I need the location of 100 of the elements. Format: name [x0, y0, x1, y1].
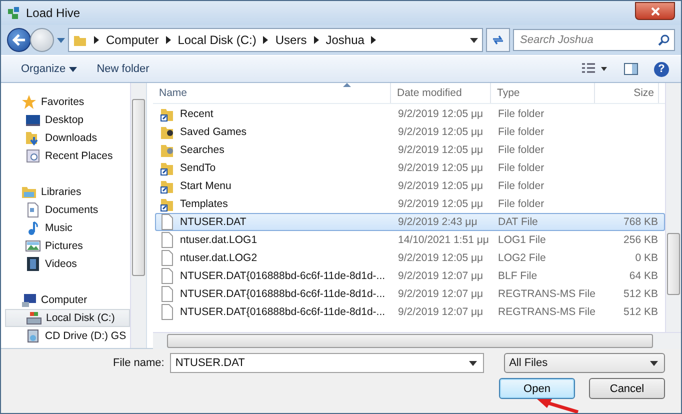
- file-size: 256 KB: [624, 234, 658, 246]
- file-row[interactable]: NTUSER.DAT{016888bd-6c6f-11de-8d1d-... 9/2/2019 12:07 μμ REGTRANS-MS File 512 KB: [155, 285, 665, 303]
- date-modified: 9/2/2019 12:05 μμ: [398, 162, 484, 174]
- file-row[interactable]: SendTo 9/2/2019 12:05 μμ File folder: [155, 159, 665, 177]
- column-header[interactable]: Name: [153, 83, 391, 103]
- breadcrumb-item[interactable]: Users: [275, 33, 307, 47]
- shortcut-folder-icon: [160, 160, 174, 176]
- file-name-label: File name:: [113, 357, 164, 369]
- refresh-button[interactable]: [486, 28, 510, 52]
- file-type-dropdown[interactable]: All Files: [504, 353, 665, 373]
- file-size: 64 KB: [629, 270, 658, 282]
- new-folder-button[interactable]: New folder: [88, 61, 158, 77]
- breadcrumb-item[interactable]: Joshua: [326, 33, 364, 47]
- file-icon: [160, 304, 174, 320]
- file-type: File folder: [498, 126, 544, 138]
- file-size: 512 KB: [624, 288, 658, 300]
- file-size: 0 KB: [635, 252, 658, 264]
- chevron-icon: [263, 36, 268, 44]
- file-type: REGTRANS-MS File: [498, 288, 596, 300]
- date-modified: 9/2/2019 2:43 μμ: [398, 216, 478, 228]
- file-row[interactable]: ntuser.dat.LOG2 9/2/2019 12:05 μμ LOG2 File 0 KB: [155, 249, 665, 267]
- file-name: Templates: [180, 198, 228, 210]
- desktop-icon: [25, 112, 41, 128]
- caret-icon: [57, 38, 65, 42]
- scrollbar[interactable]: [130, 83, 146, 348]
- file-name: Searches: [180, 144, 224, 156]
- file-name: Recent: [180, 108, 214, 120]
- file-name: SendTo: [180, 162, 216, 174]
- open-button[interactable]: Open: [499, 378, 575, 399]
- shortcut-folder-icon: [160, 196, 174, 212]
- cd-icon: [25, 328, 41, 344]
- dropdown-caret-icon: [469, 360, 478, 366]
- breadcrumb-item[interactable]: Local Disk (C:): [178, 33, 256, 47]
- cancel-button[interactable]: Cancel: [589, 378, 665, 399]
- sidebar-item[interactable]: Recent Places: [5, 147, 130, 165]
- dropdown-caret-icon: [650, 360, 658, 366]
- file-type: LOG2 File: [498, 252, 546, 264]
- file-row[interactable]: NTUSER.DAT{016888bd-6c6f-11de-8d1d-... 9/2/2019 12:07 μμ REGTRANS-MS File 512 KB: [155, 303, 665, 321]
- file-name: Start Menu: [180, 180, 232, 192]
- games-folder-icon: [160, 124, 174, 140]
- disk-icon: [26, 310, 42, 326]
- back-button[interactable]: [7, 28, 31, 52]
- file-icon: [160, 232, 174, 248]
- date-modified: 9/2/2019 12:07 μμ: [398, 306, 484, 318]
- sidebar-item[interactable]: CD Drive (D:) GS: [5, 327, 130, 345]
- date-modified: 9/2/2019 12:05 μμ: [398, 198, 484, 210]
- file-row[interactable]: NTUSER.DAT 9/2/2019 2:43 μμ DAT File 768 KB: [155, 213, 665, 231]
- date-modified: 9/2/2019 12:05 μμ: [398, 108, 484, 120]
- scrollbar[interactable]: [665, 83, 681, 332]
- file-icon: [160, 268, 174, 284]
- dropdown-caret-icon: [470, 38, 478, 42]
- date-modified: 9/2/2019 12:05 μμ: [398, 252, 484, 264]
- file-name: NTUSER.DAT{016888bd-6c6f-11de-8d1d-...: [180, 270, 386, 282]
- chevron-icon: [166, 36, 171, 44]
- file-type: File folder: [498, 180, 544, 192]
- sidebar-item[interactable]: Pictures: [5, 237, 130, 255]
- videos-icon: [25, 256, 41, 272]
- file-name: ntuser.dat.LOG1: [180, 234, 258, 246]
- help-button[interactable]: ?: [654, 62, 669, 76]
- file-row[interactable]: Start Menu 9/2/2019 12:05 μμ File folder: [155, 177, 665, 195]
- sidebar-group[interactable]: Favorites: [5, 93, 130, 111]
- window-title: Load Hive: [26, 6, 82, 20]
- date-modified: 14/10/2021 1:51 μμ: [398, 234, 489, 246]
- sidebar-item[interactable]: Documents: [5, 201, 130, 219]
- search-field[interactable]: Search Joshua: [513, 29, 675, 51]
- file-size: 512 KB: [624, 306, 658, 318]
- sidebar-group[interactable]: Computer: [5, 291, 130, 309]
- column-header[interactable]: Date modified: [391, 83, 491, 103]
- horizontal-scrollbar[interactable]: [153, 332, 681, 349]
- file-row[interactable]: Searches 9/2/2019 12:05 μμ File folder: [155, 141, 665, 159]
- file-row[interactable]: ntuser.dat.LOG1 14/10/2021 1:51 μμ LOG1 File 256 KB: [155, 231, 665, 249]
- file-icon: [160, 250, 174, 266]
- close-button[interactable]: [635, 2, 675, 20]
- search-icon: [658, 34, 670, 46]
- shortcut-folder-icon: [160, 106, 174, 122]
- back-arrow-icon: [12, 34, 26, 46]
- breadcrumb-item[interactable]: Computer: [106, 33, 159, 47]
- sidebar-item[interactable]: Local Disk (C:): [5, 309, 130, 327]
- sidebar-item[interactable]: Desktop: [5, 111, 130, 129]
- file-name-field[interactable]: NTUSER.DAT: [170, 353, 484, 373]
- sidebar-item[interactable]: Downloads: [5, 129, 130, 147]
- file-row[interactable]: NTUSER.DAT{016888bd-6c6f-11de-8d1d-... 9/2/2019 12:07 μμ BLF File 64 KB: [155, 267, 665, 285]
- registry-icon: [7, 6, 21, 20]
- column-header[interactable]: Size: [595, 83, 659, 103]
- chevron-icon: [94, 36, 99, 44]
- sidebar-group[interactable]: Libraries: [5, 183, 130, 201]
- address-bar[interactable]: Computer Local Disk (C:) Users Joshua: [68, 28, 483, 52]
- organize-button[interactable]: Organize: [13, 61, 85, 77]
- file-name: ntuser.dat.LOG2: [180, 252, 258, 264]
- search-folder-icon: [160, 142, 174, 158]
- file-type: DAT File: [498, 216, 538, 228]
- file-row[interactable]: Templates 9/2/2019 12:05 μμ File folder: [155, 195, 665, 213]
- file-row[interactable]: Saved Games 9/2/2019 12:05 μμ File folder: [155, 123, 665, 141]
- library-icon: [21, 184, 37, 200]
- column-header[interactable]: Type: [491, 83, 595, 103]
- date-modified: 9/2/2019 12:05 μμ: [398, 180, 484, 192]
- sidebar-item[interactable]: Videos: [5, 255, 130, 273]
- sidebar-item[interactable]: Music: [5, 219, 130, 237]
- file-row[interactable]: Recent 9/2/2019 12:05 μμ File folder: [155, 105, 665, 123]
- documents-icon: [25, 202, 41, 218]
